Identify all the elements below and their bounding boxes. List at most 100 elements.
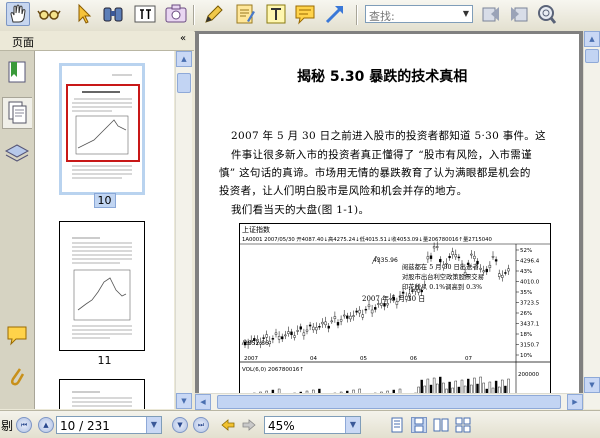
comment-icon[interactable]	[293, 2, 317, 26]
thumbnail-scrollbar[interactable]: ▲ ▼	[175, 51, 192, 409]
volume-bar	[454, 380, 458, 393]
y-tick-label: 18%	[520, 332, 532, 338]
text-box-icon[interactable]	[264, 2, 288, 26]
volume-bar	[507, 378, 510, 393]
volume-bar	[463, 385, 467, 393]
volume-bar	[435, 383, 439, 393]
horizontal-scrollbar[interactable]: ◀ ▶	[195, 393, 583, 410]
document-page: 揭秘 5.30 暴跌的技术真相 2007 年 5 月 30 日之前进入股市的投资…	[199, 34, 579, 393]
next-page-icon[interactable]: ▼	[172, 417, 188, 433]
search-magnifier-icon[interactable]	[534, 2, 558, 26]
candle-body	[349, 315, 352, 320]
scroll-down-icon[interactable]: ▼	[176, 393, 192, 409]
candle-body	[364, 308, 368, 311]
volume-bar	[470, 384, 473, 393]
hand-tool-icon[interactable]	[6, 2, 30, 26]
layers-tab[interactable]	[2, 139, 32, 171]
candle-body	[284, 334, 287, 337]
candle-body	[479, 267, 482, 270]
candle-body	[293, 335, 296, 338]
zoom-value: 45%	[268, 419, 295, 433]
candle-body	[448, 256, 451, 259]
doc-scroll-thumb[interactable]	[585, 49, 599, 63]
paragraph-line: 慎” 这句话的真谛。市场用无情的暴跌教育了认为满眼都是机会的	[219, 167, 531, 179]
candle-body	[355, 310, 358, 313]
doc-scroll-down-icon[interactable]: ▼	[584, 377, 600, 393]
scroll-left-icon[interactable]: ◀	[195, 394, 211, 410]
pages-tab[interactable]	[2, 97, 32, 129]
doc-scroll-up-icon[interactable]: ▲	[584, 31, 600, 47]
search-input[interactable]: 查找: ▼	[365, 5, 473, 23]
next-result-icon[interactable]	[507, 2, 531, 26]
figure-caption: 我们看当天的大盘(图 1-1)。	[231, 204, 370, 216]
y-tick-label: 3723.5	[520, 301, 540, 307]
facing-pages-icon[interactable]	[433, 417, 449, 433]
first-page-icon[interactable]: ⏮	[16, 417, 32, 433]
previous-result-icon[interactable]	[479, 2, 503, 26]
zoom-field[interactable]: 45% ▼	[264, 416, 361, 434]
candle-body	[488, 264, 492, 268]
candle-body	[504, 272, 507, 274]
go-forward-icon[interactable]	[241, 417, 257, 433]
panel-title: 页面	[12, 36, 34, 49]
candle-body	[311, 326, 315, 331]
status-left-label: 剔	[1, 419, 14, 433]
candle-body	[262, 337, 265, 339]
document-scrollbar[interactable]: ▲ ▼	[583, 31, 600, 409]
volume-bar	[473, 377, 476, 393]
candle-body	[339, 319, 343, 322]
scroll-thumb[interactable]	[177, 73, 191, 93]
candle-body	[290, 331, 293, 336]
page-dropdown-icon[interactable]: ▼	[146, 417, 161, 433]
document-view[interactable]: 揭秘 5.30 暴跌的技术真相 2007 年 5 月 30 日之前进入股市的投资…	[195, 31, 583, 393]
candle-body	[401, 291, 405, 294]
side-tab-strip	[0, 51, 35, 409]
last-page-icon[interactable]: ⏭	[193, 417, 209, 433]
y-tick-label: 3437.1	[520, 322, 539, 328]
page-thumbnail-10[interactable]	[59, 63, 145, 195]
binoculars-icon[interactable]	[101, 2, 125, 26]
zoom-dropdown-icon[interactable]: ▼	[345, 417, 360, 433]
reading-glasses-icon[interactable]	[37, 2, 61, 26]
panel-collapse-button[interactable]: «	[180, 33, 186, 44]
continuous-facing-icon[interactable]	[455, 417, 471, 433]
candle-body	[271, 338, 275, 340]
candle-body	[336, 322, 340, 326]
x-axis-label: 05	[360, 356, 367, 362]
scroll-right-icon[interactable]: ▶	[567, 394, 583, 410]
paragraph-line: 2007 年 5 月 30 日之前进入股市的投资者都知道 5·30 事件。这	[231, 130, 546, 142]
volume-bar	[476, 383, 479, 393]
single-page-icon[interactable]	[389, 417, 405, 433]
notes-edit-icon[interactable]	[233, 2, 257, 26]
volume-bar	[442, 382, 445, 393]
arrow-annotation-icon[interactable]	[323, 2, 347, 26]
x-axis-label: 2007	[244, 356, 258, 362]
annotation-line: 印花税从 0.1%调高到 0.3%	[402, 282, 482, 291]
page-number-field[interactable]: 10 / 231 ▼	[56, 416, 162, 434]
page-thumbnail-11[interactable]	[59, 221, 145, 351]
volume-bar	[429, 384, 433, 393]
bookmarks-tab[interactable]	[2, 57, 32, 89]
text-select-icon[interactable]	[133, 2, 157, 26]
comments-tab[interactable]	[2, 321, 32, 353]
volume-bar	[479, 376, 482, 393]
go-back-icon[interactable]	[220, 417, 236, 433]
candle-body	[482, 270, 485, 273]
previous-page-icon[interactable]: ▲	[38, 417, 54, 433]
search-dropdown-icon[interactable]: ▼	[460, 6, 472, 22]
page-thumbnail-12[interactable]	[59, 379, 145, 409]
scroll-up-icon[interactable]: ▲	[176, 51, 192, 67]
select-arrow-icon[interactable]	[73, 2, 97, 26]
horizontal-scroll-thumb[interactable]	[217, 395, 561, 409]
candle-body	[435, 246, 439, 248]
snapshot-camera-icon[interactable]	[164, 2, 188, 26]
candle-body	[321, 321, 324, 325]
pencil-markup-icon[interactable]	[202, 2, 226, 26]
candle-body	[342, 314, 346, 317]
status-bar: 剔 ⏮ ▲ 10 / 231 ▼ ▼ ⏭ 45% ▼	[0, 410, 600, 438]
continuous-page-icon[interactable]	[411, 417, 427, 433]
candle-body	[265, 334, 268, 338]
attachments-tab[interactable]	[2, 363, 32, 395]
candle-body	[296, 330, 299, 332]
candle-body	[352, 315, 355, 317]
